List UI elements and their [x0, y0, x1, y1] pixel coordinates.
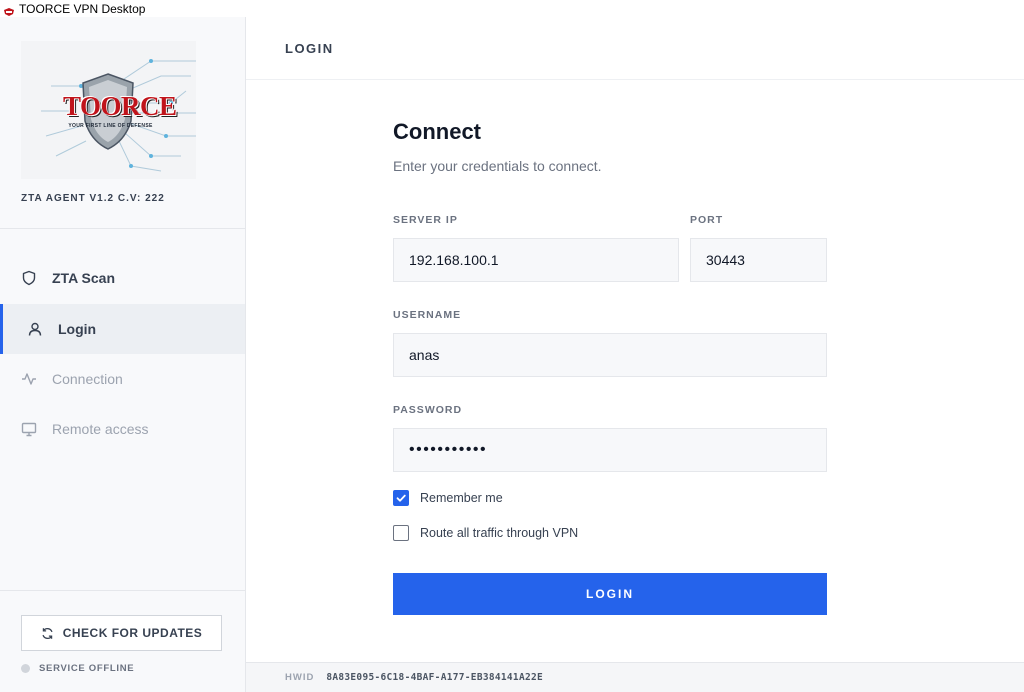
password-field[interactable]: ••••••••••• [393, 428, 827, 472]
form-title: Connect [393, 119, 481, 144]
window-titlebar: TOORCE VPN Desktop [0, 0, 1024, 17]
window-title: TOORCE VPN Desktop [19, 1, 146, 16]
route-all-traffic-checkbox[interactable]: Route all traffic through VPN [393, 525, 578, 541]
sidebar-item-label: Connection [52, 371, 123, 387]
activity-icon [21, 371, 37, 387]
form-subtitle: Enter your credentials to connect. [393, 158, 602, 174]
checkbox-unchecked-icon[interactable] [393, 525, 409, 541]
sidebar-item-login[interactable]: Login [0, 304, 245, 354]
sidebar: TOORCE YOUR FIRST LINE OF DEFENSE ZTA AG… [0, 17, 246, 692]
refresh-icon [41, 627, 54, 640]
brand-logo-text: TOORCE [63, 91, 177, 121]
check-for-updates-button[interactable]: CHECK FOR UPDATES [21, 615, 222, 651]
sidebar-item-zta-scan[interactable]: ZTA Scan [0, 253, 245, 303]
footer: HWID 8A83E095-6C18-4BAF-A177-EB384141A22… [246, 662, 1024, 692]
main-header: LOGIN [246, 17, 1024, 80]
sidebar-item-label: ZTA Scan [52, 270, 116, 286]
brand-logo: TOORCE YOUR FIRST LINE OF DEFENSE [21, 41, 196, 179]
page-title: LOGIN [285, 41, 334, 56]
password-label: PASSWORD [393, 404, 463, 416]
sidebar-item-label: Remote access [52, 421, 149, 437]
user-icon [27, 321, 43, 337]
main-panel: LOGIN Connect Enter your credentials to … [246, 17, 1024, 692]
route-all-traffic-label: Route all traffic through VPN [420, 526, 579, 540]
username-field[interactable]: anas [393, 333, 827, 377]
login-button[interactable]: LOGIN [393, 573, 827, 615]
hwid-value: 8A83E095-6C18-4BAF-A177-EB384141A22E [326, 672, 544, 683]
service-status-label: SERVICE OFFLINE [39, 663, 135, 674]
server-ip-label: SERVER IP [393, 214, 458, 226]
sidebar-divider [0, 590, 246, 591]
sidebar-divider [0, 228, 246, 229]
sidebar-item-label: Login [58, 321, 97, 337]
status-dot-icon [21, 664, 30, 673]
service-status: SERVICE OFFLINE [21, 663, 134, 674]
username-label: USERNAME [393, 309, 462, 321]
checkbox-checked-icon[interactable] [393, 490, 409, 506]
remember-me-label: Remember me [420, 491, 503, 505]
check-for-updates-label: CHECK FOR UPDATES [62, 626, 203, 640]
port-field[interactable]: 30443 [690, 238, 827, 282]
brand-tagline: YOUR FIRST LINE OF DEFENSE [68, 123, 153, 129]
agent-version: ZTA AGENT V1.2 C.V: 222 [21, 193, 165, 204]
sidebar-item-remote-access[interactable]: Remote access [0, 404, 245, 454]
port-label: PORT [690, 214, 724, 226]
remember-me-checkbox[interactable]: Remember me [393, 490, 503, 506]
monitor-icon [21, 421, 37, 437]
server-ip-field[interactable]: 192.168.100.1 [393, 238, 679, 282]
hwid-label: HWID [285, 672, 315, 683]
sidebar-item-connection[interactable]: Connection [0, 354, 245, 404]
app-icon [4, 5, 14, 16]
shield-icon [21, 270, 37, 286]
